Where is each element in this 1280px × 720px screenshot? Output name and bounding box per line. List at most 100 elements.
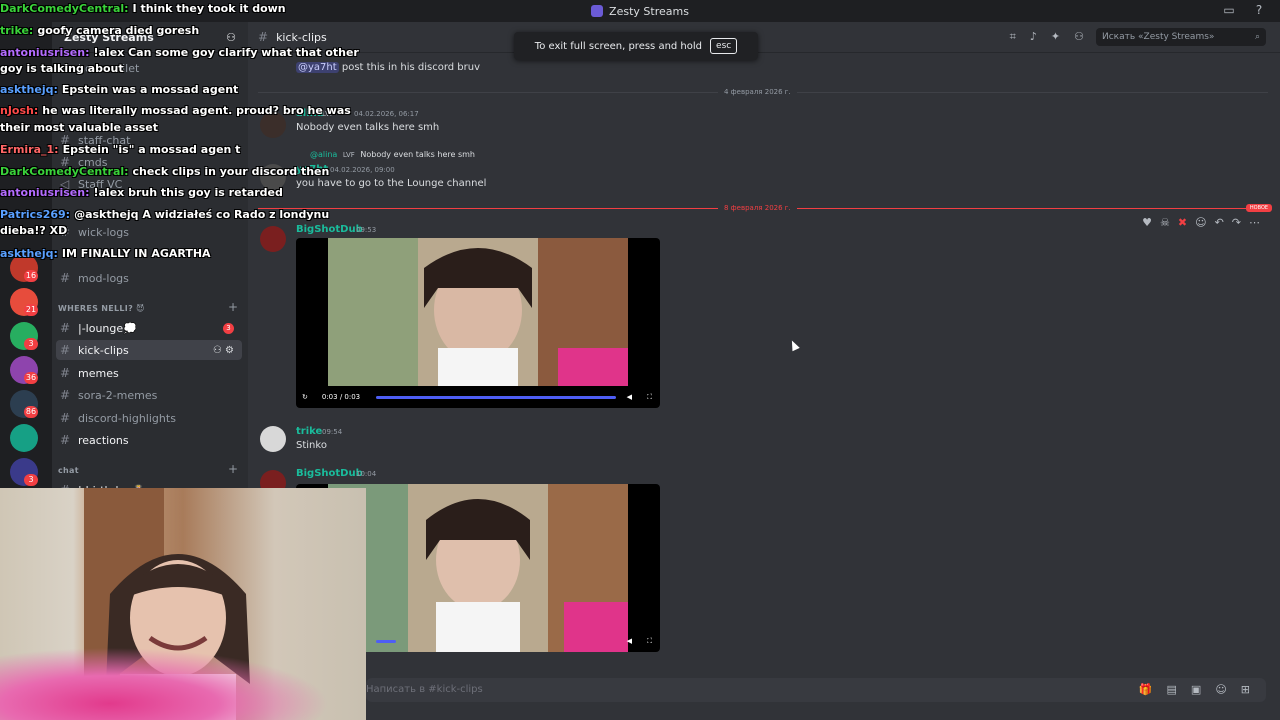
heart-reaction-icon[interactable]: ♥ [1142,216,1152,229]
message-composer[interactable]: Написать в #kick-clips 🎁 ▤ ▣ ☺ ⊞ [366,678,1266,702]
username[interactable]: alina [296,108,323,119]
fullscreen-icon[interactable]: ⛶ [647,393,652,402]
sticker-icon[interactable]: ▣ [1191,683,1201,696]
channel-item[interactable]: # discord-highlights [56,408,242,428]
replay-icon[interactable]: ↻ [302,393,308,401]
volume-icon[interactable]: ◀ [627,637,632,645]
forward-icon[interactable]: ↷ [1232,216,1241,229]
reply-text: Nobody even talks here smh [360,150,475,159]
avatar[interactable] [260,164,286,190]
channel-name: wick-logs [78,225,129,239]
threads-icon[interactable]: ⌗ [1010,30,1016,44]
members-icon[interactable]: ⚇ [1074,30,1084,44]
mention-badge: 21 [24,304,38,316]
add-channel-icon[interactable]: + [228,462,238,476]
add-reaction-icon[interactable]: ☺ [1195,216,1206,229]
notifications-icon[interactable]: ♪ [1030,30,1037,44]
channel-item[interactable]: # sora-2-memes [56,385,242,405]
timestamp: 09:53 [356,226,377,234]
channel-name: cmds [78,155,108,169]
user-tag: LVF [342,151,355,159]
channel-item[interactable]: # memes [56,363,242,383]
hash-icon: # [258,30,269,44]
fullscreen-icon[interactable]: ⛶ [647,637,652,646]
hash-icon: # [60,411,71,425]
username[interactable]: ya7ht [296,164,328,175]
channel-item[interactable]: # reactions [56,430,242,450]
inbox-icon[interactable]: ▭ [1222,3,1236,17]
channel-name: mod-logs [78,271,129,285]
username[interactable]: trike [296,426,322,437]
server-icon[interactable] [10,424,38,452]
channel-item[interactable]: # mod-logs [56,268,242,288]
voice-channel-item[interactable]: ◁ Staff VC [56,174,242,194]
category-header[interactable]: chat [58,466,79,475]
window-titlebar: Zesty Streams ▭ ? [0,0,1280,22]
username[interactable]: BigShotDub [296,224,363,235]
username[interactable]: BigShotDub [296,468,363,479]
webcam-overlay [0,488,366,720]
composer-placeholder: Написать в #kick-clips [366,684,483,695]
channel-item-kick-clips[interactable]: # kick-clips ⚇ ⚙ [56,340,242,360]
server-header[interactable]: Zesty Streams ⚇ [52,22,248,53]
channel-name: sora-2-memes [78,388,158,402]
message-text: you have to go to the Lounge channel [296,178,487,189]
user-mention[interactable]: @ya7ht [296,62,339,73]
hash-icon: # [60,343,71,357]
reaction-icon[interactable]: ✖ [1178,216,1187,229]
channel-settings-icon[interactable]: ⚇ ⚙ [213,345,234,356]
banner-text: To exit full screen, press and hold [534,40,703,52]
window-title: Zesty Streams [609,4,689,18]
channel-name: Staff VC [78,177,123,191]
channel-name: memes [78,366,119,380]
mention-badge: 3 [24,474,38,486]
message-text: Nobody even talks here smh [296,122,440,133]
unread-badge: 3 [223,322,234,334]
video-attachment[interactable]: ↻ 0:03 / 0:03 ◀ ⛶ [296,238,660,408]
channel-item-lounge[interactable]: # |-lounge💭 3 [56,318,242,338]
gif-icon[interactable]: ▤ [1167,683,1177,696]
search-input[interactable]: Искать «Zesty Streams» ⌕ [1096,28,1266,46]
hash-icon: # [60,388,71,402]
emoji-icon[interactable]: ☺ [1215,683,1226,696]
reply-preview[interactable]: @alina LVF Nobody even talks here smh [310,150,475,159]
hash-icon: # [60,155,71,169]
avatar[interactable] [260,226,286,252]
reply-username: @alina [310,150,338,159]
search-icon: ⌕ [1254,32,1260,42]
more-icon[interactable]: ⋯ [1249,216,1260,229]
message-text: @ya7ht post this in his discord bruv [296,62,480,73]
volume-icon[interactable]: ◀ [627,393,632,401]
channel-item[interactable]: # wick-logs [56,222,242,242]
search-placeholder: Искать «Zesty Streams» [1102,32,1215,42]
channel-item[interactable]: # cmds [56,152,242,172]
help-icon[interactable]: ? [1252,3,1266,17]
channel-item[interactable]: # staff-chat [56,130,242,150]
avatar[interactable] [260,112,286,138]
channel-item[interactable]: # hom-wallet [56,58,242,78]
invite-icon[interactable]: ⚇ [226,31,236,44]
hash-icon: # [60,61,71,75]
avatar[interactable] [260,426,286,452]
esc-key: esc [710,38,738,54]
channel-name: reactions [78,433,129,447]
category-header[interactable]: WHERES NELLI? 😈 [58,304,145,313]
skull-reaction-icon[interactable]: ☠ [1160,216,1170,229]
hash-icon: # [60,133,71,147]
user-tag: LVF [322,110,334,118]
mention-badge: 86 [24,406,38,418]
apps-icon[interactable]: ⊞ [1241,683,1250,696]
video-thumbnail [328,238,628,386]
video-progress-bar[interactable] [376,396,616,399]
hash-icon: # [60,225,71,239]
webcam-pillow [0,638,366,720]
pin-icon[interactable]: ✦ [1051,30,1060,44]
reply-icon[interactable]: ↶ [1215,216,1224,229]
gift-icon[interactable]: 🎁 [1139,683,1153,696]
add-channel-icon[interactable]: + [228,300,238,314]
date-label: 4 февраля 2026 г. [718,88,797,96]
hash-icon: # [60,366,71,380]
timestamp: 04.02.2026, 06:17 [354,110,419,118]
speaker-icon: ◁ [60,177,70,191]
video-progress-bar[interactable] [376,640,396,643]
